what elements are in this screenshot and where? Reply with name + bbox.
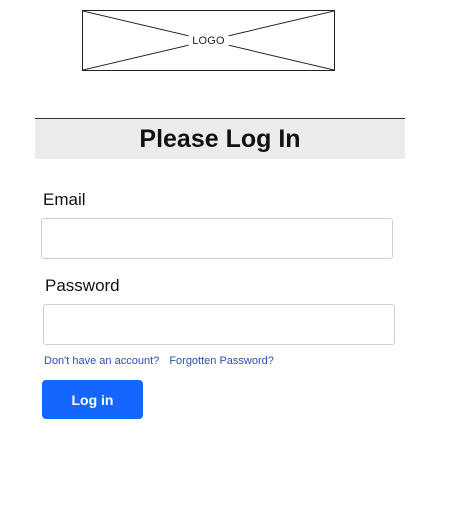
logo-text: LOGO (188, 33, 229, 48)
account-links: Don't have an account? Forgotten Passwor… (44, 354, 274, 368)
logo-placeholder: LOGO (82, 10, 335, 71)
password-field[interactable] (43, 304, 395, 345)
email-field[interactable] (41, 218, 393, 259)
signup-link[interactable]: Don't have an account? (44, 355, 159, 367)
page-title: Please Log In (139, 125, 301, 153)
login-button[interactable]: Log in (42, 380, 143, 419)
password-label: Password (45, 276, 120, 295)
title-bar: Please Log In (35, 118, 405, 159)
email-label: Email (43, 190, 86, 209)
forgot-password-link[interactable]: Forgotten Password? (169, 355, 274, 367)
